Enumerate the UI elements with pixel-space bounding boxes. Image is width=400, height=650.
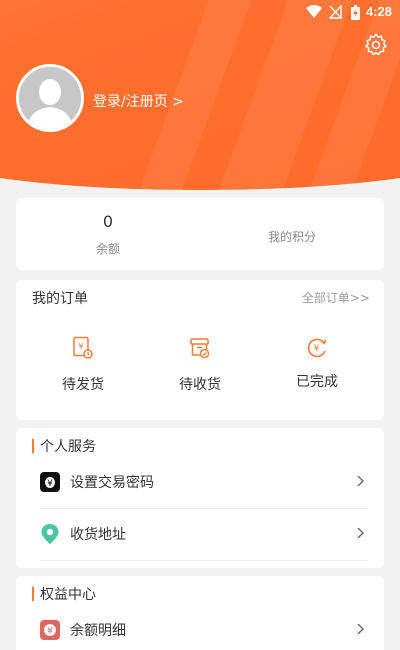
section-title: 权益中心 [32,584,96,604]
balance-section[interactable]: 0 余额 [16,198,200,270]
order-item-label: 待收货 [179,377,221,393]
avatar[interactable] [16,64,84,132]
settings-gear-icon[interactable] [364,33,388,57]
status-bar: 4:28 [0,0,400,24]
personal-services-card: 个人服务 ¥ 设置交易密码 收货地址 [16,428,384,568]
orders-card: 我的订单 全部订单>> ¥ 待发货 待收货 ¥ 已完成 [16,280,384,420]
battery-charging-icon [351,5,360,20]
balance-detail-row[interactable]: ¥ 余额明细 [40,604,368,650]
location-icon [41,524,59,544]
chevron-right-icon [357,624,364,634]
balance-detail-icon: ¥ [40,620,60,640]
section-title: 个人服务 [32,436,96,456]
svg-text:¥: ¥ [47,479,53,489]
points-label: 我的积分 [267,230,316,244]
profile-header: 4:28 登录/注册页 > [0,0,400,190]
svg-text:¥: ¥ [314,344,320,354]
order-completed[interactable]: ¥ 已完成 [256,336,378,391]
row-label: 余额明细 [70,623,126,639]
row-label: 收货地址 [70,527,126,543]
set-trade-password-row[interactable]: ¥ 设置交易密码 [40,456,368,508]
pending-shipment-icon: ¥ [73,336,93,359]
balance-value: 0 [102,212,114,231]
rights-center-card: 权益中心 ¥ 余额明细 [16,576,384,650]
divider [40,560,368,561]
order-item-label: 待发货 [62,377,104,393]
order-pending-receipt[interactable]: 待收货 [139,336,261,394]
points-section[interactable]: 我的积分 [200,198,384,270]
pending-receipt-icon [190,338,210,359]
row-label: 设置交易密码 [70,475,154,491]
orders-title: 我的订单 [32,291,88,307]
login-register-link[interactable]: 登录/注册页 > [93,91,184,111]
order-pending-shipment[interactable]: ¥ 待发货 [22,336,144,394]
order-item-label: 已完成 [296,374,338,390]
svg-text:¥: ¥ [47,627,53,637]
chevron-right-icon [357,528,364,538]
status-time: 4:28 [365,4,392,19]
default-avatar-icon [19,67,81,129]
wifi-icon [306,5,322,18]
balance-card: 0 余额 我的积分 [16,198,384,270]
all-orders-link[interactable]: 全部订单>> [302,289,370,306]
balance-label: 余额 [95,242,120,256]
svg-text:¥: ¥ [78,342,83,351]
chevron-right-icon [357,476,364,486]
shipping-address-row[interactable]: 收货地址 [40,508,368,560]
no-signal-icon [329,5,342,19]
completed-icon: ¥ [307,338,327,358]
password-icon: ¥ [40,472,60,492]
